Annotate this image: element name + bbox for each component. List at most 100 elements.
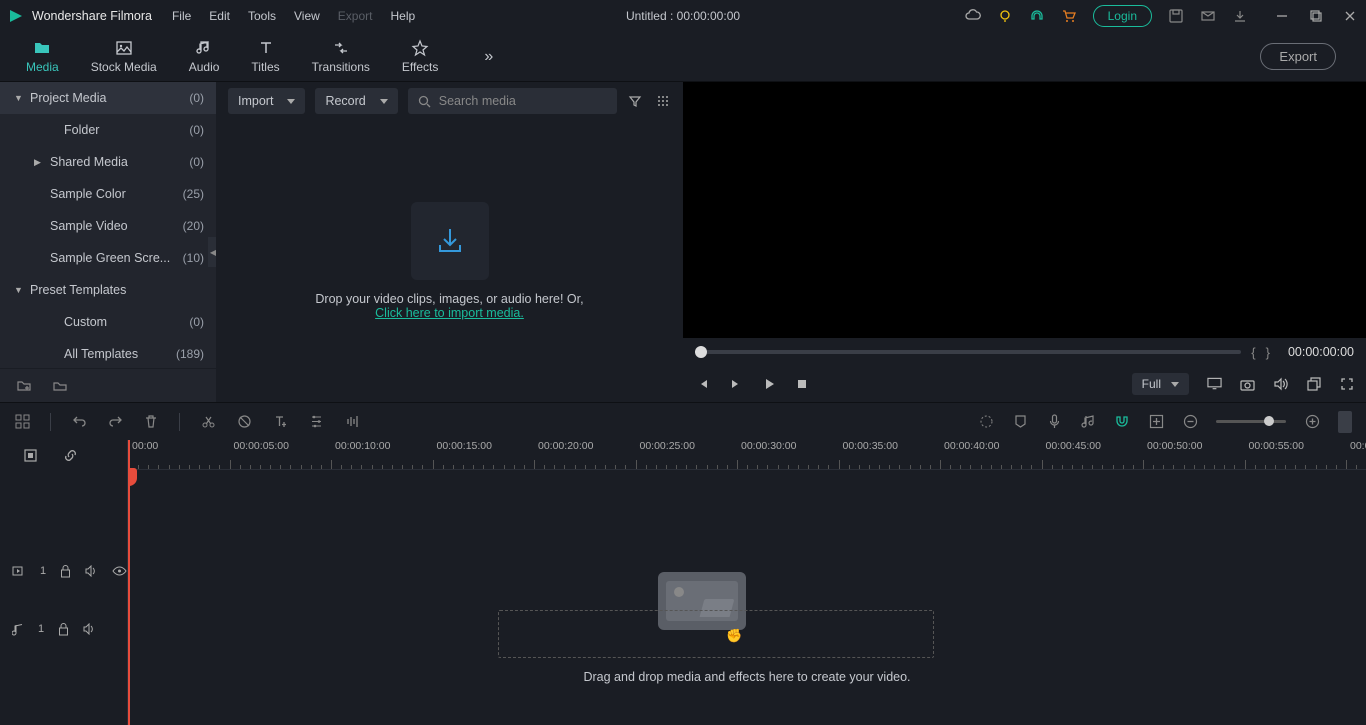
tab-effects[interactable]: Effects xyxy=(386,35,454,78)
audio-track-header[interactable]: 1 xyxy=(0,600,127,658)
sidebar-bottom-toolbar xyxy=(0,368,216,402)
undo-button[interactable] xyxy=(71,414,87,430)
render-icon[interactable] xyxy=(978,414,994,430)
mail-icon[interactable] xyxy=(1200,8,1216,24)
ruler-tick-label: 00:00:35:00 xyxy=(843,440,898,452)
audio-track-number: 1 xyxy=(38,623,44,635)
close-button[interactable] xyxy=(1342,8,1358,24)
tree-item[interactable]: Folder(0) xyxy=(0,114,216,146)
play-button[interactable] xyxy=(761,377,776,392)
lock-icon[interactable] xyxy=(58,623,69,636)
redo-button[interactable] xyxy=(107,414,123,430)
minimize-button[interactable] xyxy=(1274,8,1290,24)
tree-item[interactable]: ▼Preset Templates xyxy=(0,274,216,306)
tab-transitions[interactable]: Transitions xyxy=(296,35,386,78)
new-folder-icon[interactable] xyxy=(16,378,32,394)
stop-button[interactable] xyxy=(794,377,809,392)
tab-media[interactable]: Media xyxy=(10,35,75,78)
cloud-icon[interactable] xyxy=(965,8,981,24)
support-icon[interactable] xyxy=(1029,8,1045,24)
maximize-button[interactable] xyxy=(1308,8,1324,24)
preview-quality-dropdown[interactable]: Full xyxy=(1132,373,1189,395)
media-drop-zone[interactable]: Drop your video clips, images, or audio … xyxy=(216,120,683,402)
tree-item[interactable]: All Templates(189) xyxy=(0,338,216,370)
playhead[interactable] xyxy=(128,440,130,725)
crop-button[interactable] xyxy=(236,414,252,430)
marker-icon[interactable] xyxy=(1012,414,1028,430)
prev-frame-button[interactable] xyxy=(695,377,710,392)
filter-icon[interactable] xyxy=(627,93,643,109)
search-input[interactable]: Search media xyxy=(408,88,617,114)
mute-icon[interactable] xyxy=(85,565,98,577)
zoom-fit-button[interactable] xyxy=(1338,411,1352,433)
save-icon[interactable] xyxy=(1168,8,1184,24)
zoom-handle[interactable] xyxy=(1264,416,1274,426)
tree-item[interactable]: ▶Shared Media(0) xyxy=(0,146,216,178)
equalizer-button[interactable] xyxy=(344,414,360,430)
split-button[interactable] xyxy=(200,414,216,430)
tree-item[interactable]: Sample Color(25) xyxy=(0,178,216,210)
download-icon[interactable] xyxy=(1232,8,1248,24)
timeline-tracks[interactable]: ✊ Drag and drop media and effects here t… xyxy=(128,470,1366,720)
voiceover-icon[interactable] xyxy=(1046,414,1062,430)
menu-help[interactable]: Help xyxy=(390,9,415,23)
tab-stock-media[interactable]: Stock Media xyxy=(75,35,173,78)
scrub-track[interactable] xyxy=(695,350,1241,354)
tab-titles[interactable]: Titles xyxy=(235,35,295,78)
menu-edit[interactable]: Edit xyxy=(209,9,230,23)
tree-item[interactable]: Custom(0) xyxy=(0,306,216,338)
import-link[interactable]: Click here to import media. xyxy=(375,306,524,320)
fullscreen-icon[interactable] xyxy=(1339,377,1354,392)
mute-icon[interactable] xyxy=(83,623,96,635)
detach-icon[interactable] xyxy=(1306,377,1321,392)
visibility-icon[interactable] xyxy=(112,566,127,576)
export-button[interactable]: Export xyxy=(1260,43,1336,70)
adjust-button[interactable] xyxy=(308,414,324,430)
video-track-icon xyxy=(12,565,26,577)
sidebar-collapse-button[interactable]: ◀ xyxy=(208,237,216,267)
magnet-icon[interactable] xyxy=(1114,414,1130,430)
add-track-icon[interactable] xyxy=(1148,414,1164,430)
tree-item[interactable]: Sample Video(20) xyxy=(0,210,216,242)
timeline-drop-zone[interactable] xyxy=(498,610,934,658)
login-button[interactable]: Login xyxy=(1093,5,1152,27)
timeline-ruler[interactable]: 00:0000:00:05:0000:00:10:0000:00:15:0000… xyxy=(128,440,1366,470)
zoom-out-button[interactable] xyxy=(1182,414,1198,430)
audio-mixer-icon[interactable] xyxy=(1080,414,1096,430)
lightbulb-icon[interactable] xyxy=(997,8,1013,24)
video-track-header[interactable]: 1 xyxy=(0,542,127,600)
lock-icon[interactable] xyxy=(60,565,71,578)
preview-viewport[interactable] xyxy=(683,82,1366,338)
tab-audio[interactable]: Audio xyxy=(173,35,236,78)
tree-item[interactable]: Sample Green Scre...(10) xyxy=(0,242,216,274)
volume-icon[interactable] xyxy=(1273,377,1288,392)
display-icon[interactable] xyxy=(1207,377,1222,392)
tree-item[interactable]: ▼Project Media(0) xyxy=(0,82,216,114)
open-folder-icon[interactable] xyxy=(52,378,68,394)
next-frame-button[interactable] xyxy=(728,377,743,392)
scrub-handle[interactable] xyxy=(695,346,707,358)
track-select-icon[interactable] xyxy=(22,447,38,463)
tab-titles-label: Titles xyxy=(251,60,279,74)
delete-button[interactable] xyxy=(143,414,159,430)
mark-out-button[interactable]: } xyxy=(1266,345,1270,360)
record-dropdown[interactable]: Record xyxy=(315,88,397,114)
menu-file[interactable]: File xyxy=(172,9,191,23)
cart-icon[interactable] xyxy=(1061,8,1077,24)
timeline-tracks-area[interactable]: 00:0000:00:05:0000:00:10:0000:00:15:0000… xyxy=(128,440,1366,725)
menu-view[interactable]: View xyxy=(294,9,320,23)
media-tree: ▼Project Media(0)Folder(0)▶Shared Media(… xyxy=(0,82,216,370)
layout-icon[interactable] xyxy=(14,414,30,430)
add-text-button[interactable] xyxy=(272,414,288,430)
import-dropdown[interactable]: Import xyxy=(228,88,305,114)
link-icon[interactable] xyxy=(62,447,78,463)
grid-view-icon[interactable] xyxy=(655,93,671,109)
menu-tools[interactable]: Tools xyxy=(248,9,276,23)
ruler-tick-label: 00:00:40:00 xyxy=(944,440,999,452)
zoom-in-button[interactable] xyxy=(1304,414,1320,430)
media-panel: Import Record Search media Drop your vid… xyxy=(216,82,683,402)
snapshot-icon[interactable] xyxy=(1240,377,1255,392)
zoom-slider[interactable] xyxy=(1216,420,1286,423)
tabs-more-button[interactable]: » xyxy=(474,48,503,66)
mark-in-button[interactable]: { xyxy=(1251,345,1255,360)
